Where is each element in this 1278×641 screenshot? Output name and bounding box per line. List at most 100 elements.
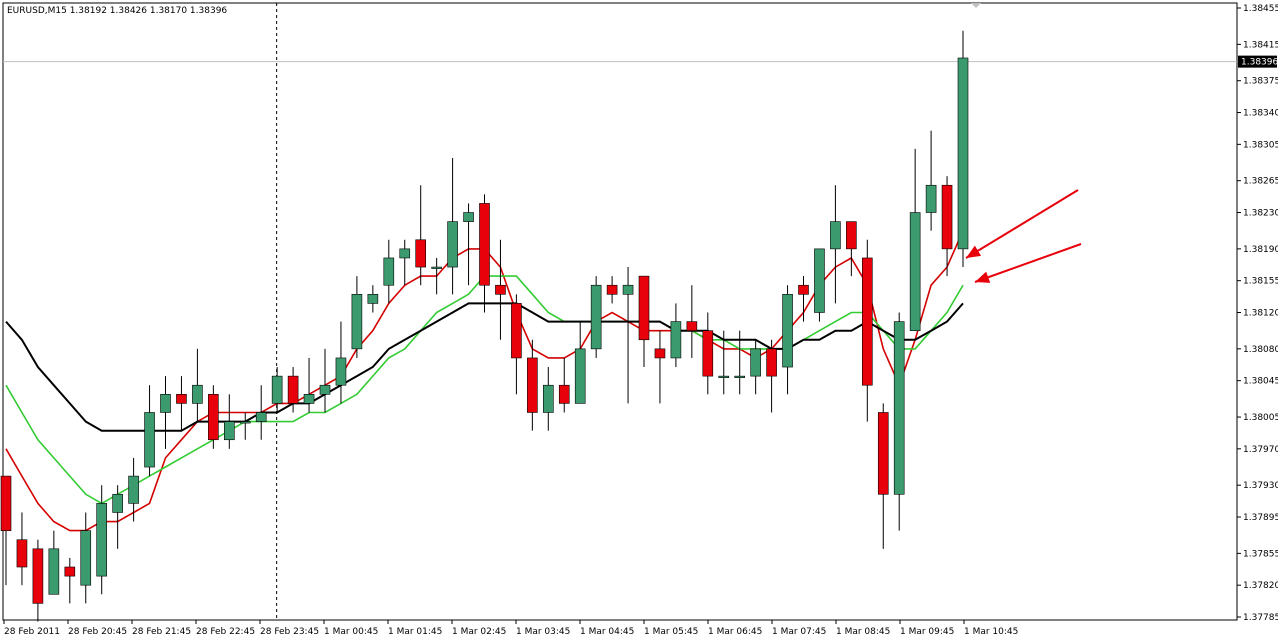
bull-candle-body (128, 475, 139, 504)
bear-candle-body (702, 330, 714, 377)
bear-candle-body (861, 257, 873, 386)
x-tick-label: 28 Feb 2011 (4, 627, 60, 637)
candle (590, 276, 602, 358)
x-tick-label: 1 Mar 05:45 (644, 627, 698, 637)
bear-candle-body (877, 412, 889, 495)
bull-candle-body (112, 493, 123, 513)
y-tick-label: 1.37855 (1243, 549, 1278, 559)
y-tick-label: 1.38190 (1243, 245, 1278, 255)
bull-candle-body (830, 221, 841, 250)
bull-candle-body (48, 548, 60, 595)
y-tick-label: 1.38005 (1243, 413, 1278, 423)
bear-candle-body (606, 284, 618, 295)
bear-candle-body (287, 375, 299, 404)
bear-candle-body (846, 221, 857, 250)
x-tick-label: 1 Mar 10:45 (964, 627, 1018, 637)
x-tick-label: 28 Feb 21:45 (132, 627, 191, 637)
bull-candle-body (734, 375, 746, 378)
x-tick-label: 1 Mar 08:45 (836, 627, 890, 637)
bull-candle-body (351, 294, 363, 350)
candle (957, 30, 969, 268)
current-price-label: 1.38396 (1241, 58, 1278, 68)
x-tick-label: 1 Mar 01:45 (388, 627, 442, 637)
bull-candle-body (335, 357, 347, 386)
candlestick-chart[interactable]: EURUSD,M15 1.38192 1.38426 1.38170 1.383… (0, 0, 1278, 641)
y-tick-label: 1.38230 (1243, 209, 1278, 219)
y-tick-label: 1.37895 (1243, 513, 1278, 523)
bull-candle-body (718, 375, 730, 378)
bear-candle-body (941, 184, 953, 250)
bear-candle-body (208, 394, 219, 441)
x-tick-label: 1 Mar 00:45 (324, 627, 378, 637)
candle (208, 385, 219, 449)
bull-candle-body (255, 412, 267, 422)
x-tick-label: 28 Feb 23:45 (260, 627, 319, 637)
x-tick-label: 1 Mar 02:45 (452, 627, 506, 637)
bull-candle-body (590, 284, 602, 350)
bull-candle-body (893, 321, 905, 495)
bull-candle-body (224, 421, 235, 441)
bull-candle-body (271, 375, 283, 404)
bear-candle-body (527, 357, 538, 413)
bear-candle-body (479, 203, 490, 286)
bull-candle-body (463, 212, 474, 222)
y-tick-label: 1.38155 (1243, 277, 1278, 287)
price-axis[interactable]: 1.38455 1.38415 1.38375 1.38340 1.38305 1.382… (1237, 4, 1278, 623)
x-tick-label: 1 Mar 07:45 (772, 627, 826, 637)
bull-candle-body (303, 394, 315, 404)
bull-candle-body (319, 384, 331, 395)
bear-candle-body (798, 284, 809, 295)
y-tick-label: 1.37930 (1243, 481, 1278, 491)
y-tick-label: 1.38265 (1243, 177, 1278, 187)
y-tick-label: 1.38120 (1243, 309, 1278, 319)
bull-candle-body (925, 184, 937, 213)
x-tick-label: 28 Feb 22:45 (196, 627, 255, 637)
plot-area[interactable] (2, 2, 1238, 621)
bear-candle-body (64, 566, 76, 577)
y-tick-label: 1.38340 (1243, 109, 1278, 119)
bull-candle-body (542, 384, 554, 413)
y-tick-label: 1.38080 (1243, 345, 1278, 355)
bull-candle-body (160, 394, 171, 413)
y-tick-label: 1.37820 (1243, 581, 1278, 591)
y-tick-label: 1.38375 (1243, 77, 1278, 87)
bull-candle-body (574, 348, 586, 404)
bull-candle-body (239, 421, 251, 424)
bull-candle-body (80, 530, 92, 586)
x-tick-label: 1 Mar 03:45 (516, 627, 570, 637)
chart-title: EURUSD,M15 1.38192 1.38426 1.38170 1.383… (7, 6, 227, 16)
bull-candle-body (192, 384, 203, 404)
y-tick-label: 1.37785 (1243, 613, 1278, 623)
bull-candle-body (399, 248, 411, 259)
bear-candle-body (511, 303, 522, 359)
bear-candle-body (654, 348, 666, 359)
bear-candle-body (0, 475, 12, 531)
bull-candle-body (383, 257, 395, 286)
x-tick-label: 1 Mar 04:45 (580, 627, 634, 637)
y-tick-label: 1.38415 (1243, 40, 1278, 50)
bear-candle-body (16, 539, 28, 568)
y-tick-label: 1.38045 (1243, 377, 1278, 387)
bull-candle-body (750, 348, 761, 377)
bear-candle-body (32, 548, 44, 604)
bull-candle-body (814, 248, 825, 313)
bear-candle-body (415, 239, 427, 268)
x-tick-label: 1 Mar 09:45 (900, 627, 954, 637)
bear-candle-body (176, 394, 187, 404)
x-tick-label: 28 Feb 20:45 (68, 627, 127, 637)
y-tick-label: 1.38305 (1243, 140, 1278, 150)
bull-candle-body (957, 57, 969, 250)
y-tick-label: 1.37970 (1243, 445, 1278, 455)
bull-candle-body (782, 294, 793, 368)
y-tick-label: 1.38455 (1243, 4, 1278, 14)
x-tick-label: 1 Mar 06:45 (708, 627, 762, 637)
bull-candle-body (622, 284, 634, 295)
bull-candle-body (96, 503, 107, 577)
bear-candle-body (686, 321, 698, 331)
bull-candle-body (909, 212, 921, 331)
bear-candle-body (495, 284, 506, 295)
bear-candle-body (558, 384, 570, 404)
bull-candle-body (367, 294, 379, 304)
bear-candle-body (638, 275, 650, 341)
bull-candle-body (447, 221, 458, 268)
